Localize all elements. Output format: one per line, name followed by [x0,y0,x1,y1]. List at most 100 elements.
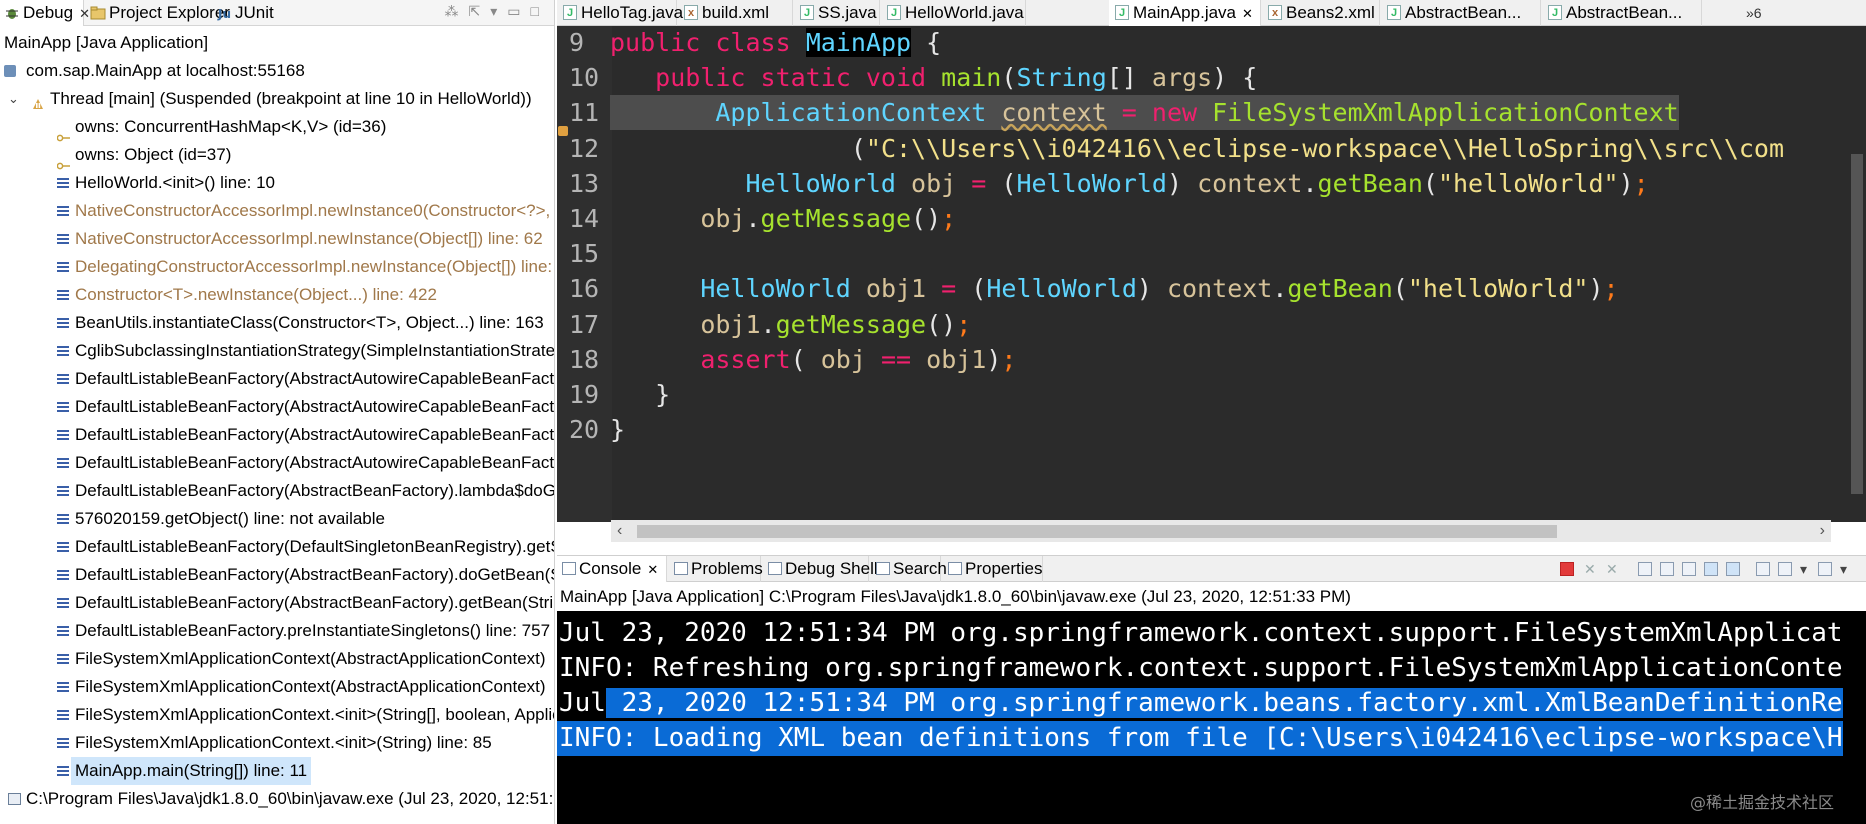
console-tab[interactable]: Properties [943,556,1043,582]
code-editor[interactable]: 9 public class MainApp {10 public static … [557,26,1866,522]
stack-frame-row[interactable]: DefaultListableBeanFactory.preInstantiat… [0,617,554,645]
console-line: INFO: Loading XML bean definitions from … [557,721,1843,756]
scrollbar-thumb[interactable] [1851,154,1863,494]
code-line[interactable]: 20} [557,412,1866,447]
editor-tab[interactable]: HelloWorld.java [881,0,1026,26]
display-console-icon[interactable] [1778,562,1792,576]
clear-console-icon[interactable] [1638,562,1652,576]
stack-frame-label: DefaultListableBeanFactory(AbstractBeanF… [75,481,555,500]
stack-frame-row[interactable]: FileSystemXmlApplicationContext(Abstract… [0,673,554,701]
remove-launch-icon[interactable]: ✕ [1584,562,1598,576]
stack-frame-row[interactable]: DefaultListableBeanFactory(DefaultSingle… [0,533,554,561]
stack-frame-icon [57,234,69,244]
process-row[interactable]: C:\Program Files\Java\jdk1.8.0_60\bin\ja… [0,785,554,813]
launch-row[interactable]: MainApp [Java Application] [0,29,554,57]
code-line[interactable]: 16 HelloWorld obj1 = (HelloWorld) contex… [557,271,1866,306]
stack-frame-icon [57,710,69,720]
folder-icon [90,3,106,20]
console-tab[interactable]: Console ✕ [557,556,667,582]
code-line[interactable]: 9 public class MainApp { [557,26,1866,60]
close-icon[interactable]: ✕ [1242,6,1253,21]
pin-console-icon[interactable] [1756,562,1770,576]
editor-tab[interactable]: HelloTag.java [557,0,683,26]
code-line[interactable]: 12 ("C:\\Users\\i042416\\eclipse-workspa… [557,131,1866,166]
code-line[interactable]: 19 } [557,377,1866,412]
editor-horizontal-scrollbar[interactable]: ‹ › [611,520,1831,542]
code-line[interactable]: 14 obj.getMessage(); [557,201,1866,236]
stack-frame-row[interactable]: 576020159.getObject() line: not availabl… [0,505,554,533]
stack-frame-row[interactable]: FileSystemXmlApplicationContext(Abstract… [0,645,554,673]
code-line[interactable]: 10 public static void main(String[] args… [557,60,1866,95]
show-on-output-icon[interactable] [1704,562,1718,576]
close-icon[interactable]: ✕ [647,562,658,577]
tab-junit[interactable]: Ju JUnit [212,0,274,26]
stack-frame-row[interactable]: DefaultListableBeanFactory(AbstractBeanF… [0,477,555,505]
open-console-icon[interactable] [1818,562,1832,576]
editor-tab[interactable]: AbstractBean... [1542,0,1702,26]
monitor-row[interactable]: owns: Object (id=37) [0,141,554,170]
minimize-icon[interactable]: ▭ [507,3,530,19]
maximize-icon[interactable]: □ [531,3,549,19]
scrollbar-thumb[interactable] [637,525,1557,538]
tab-debug[interactable]: Debug ✕ [0,0,90,26]
code-line[interactable]: 17 obj1.getMessage(); [557,307,1866,342]
editor-vertical-scrollbar[interactable] [1848,26,1866,522]
vm-row[interactable]: com.sap.MainApp at localhost:55168 [0,57,554,85]
editor-tab[interactable]: Beans2.xml [1262,0,1380,26]
stack-frame-row[interactable]: DefaultListableBeanFactory(AbstractAutow… [0,393,554,421]
tab-project-explorer[interactable]: Project Explorer [86,0,230,26]
code-text: HelloWorld obj1 = (HelloWorld) context.g… [700,274,1619,304]
editor-tab[interactable]: build.xml [678,0,793,26]
stack-frame-row[interactable]: BeanUtils.instantiateClass(Constructor<T… [0,309,554,337]
editor-tab[interactable]: MainApp.java ✕ [1109,0,1261,26]
code-line[interactable]: 15 [557,236,1866,271]
stack-frame-row[interactable]: Constructor<T>.newInstance(Object...) li… [0,281,554,309]
stack-frame-row[interactable]: NativeConstructorAccessorImpl.newInstanc… [0,197,554,225]
debug-view: Debug ✕ Project Explorer Ju JUnit ⁂⇱▾▭□ M… [0,0,555,824]
stack-frame-row[interactable]: HelloWorld.<init>() line: 10 [0,169,554,197]
view-menu-icon[interactable]: ▾ [490,3,507,19]
thread-row[interactable]: ⌄ Thread [main] (Suspended (breakpoint a… [0,85,554,113]
stack-frame-row[interactable]: DefaultListableBeanFactory(AbstractBeanF… [0,561,554,589]
remove-all-icon[interactable]: ✕ [1606,562,1620,576]
remove-terminated-icon[interactable]: ⁂ [445,3,469,19]
stack-frame-label: FileSystemXmlApplicationContext.<init>(S… [75,705,554,724]
editor-tab[interactable]: AbstractBean... [1381,0,1541,26]
stack-frame-row[interactable]: DefaultListableBeanFactory(AbstractAutow… [0,365,554,393]
chevron-down-icon[interactable]: ▾ [1840,562,1854,576]
console-title: MainApp [Java Application] C:\Program Fi… [557,583,1866,611]
editor-tab[interactable]: SS.java [794,0,880,26]
stack-frame-icon [57,458,69,468]
console-output-empty-area [557,778,1866,824]
word-wrap-icon[interactable] [1682,562,1696,576]
stack-frame-row[interactable]: DefaultListableBeanFactory(AbstractBeanF… [0,589,554,617]
console-tab[interactable]: Debug Shell [763,556,878,582]
code-line[interactable]: 11 ApplicationContext context = new File… [557,95,1866,131]
code-line[interactable]: 18 assert( obj == obj1); [557,342,1866,377]
chevron-down-icon[interactable]: ▾ [1800,562,1814,576]
stack-frame-row[interactable]: MainApp.main(String[]) line: 11 [0,757,554,785]
scroll-lock-icon[interactable] [1660,562,1674,576]
chevron-down-icon[interactable]: ⌄ [8,85,19,113]
console-tab[interactable]: Search [871,556,947,582]
show-on-error-icon[interactable] [1726,562,1740,576]
stack-frame-row[interactable]: DelegatingConstructorAccessorImpl.newIns… [0,253,554,281]
debug-tree: MainApp [Java Application] com.sap.MainA… [0,29,555,813]
line-number: 15 [569,239,600,269]
stack-frame-row[interactable]: CglibSubclassingInstantiationStrategy(Si… [0,337,554,365]
monitor-row[interactable]: owns: ConcurrentHashMap<K,V> (id=36) [0,113,554,142]
tabs-overflow-indicator[interactable]: »6 [1746,0,1762,26]
scroll-right-icon[interactable]: › [1820,520,1825,542]
stack-frame-row[interactable]: FileSystemXmlApplicationContext.<init>(S… [0,729,554,757]
scroll-left-icon[interactable]: ‹ [617,520,622,542]
stack-frame-row[interactable]: FileSystemXmlApplicationContext.<init>(S… [0,701,554,729]
stack-frame-row[interactable]: DefaultListableBeanFactory(AbstractAutow… [0,421,554,449]
code-line[interactable]: 13 HelloWorld obj = (HelloWorld) context… [557,166,1866,201]
console-selection: 23, 2020 12:51:34 PM org.springframework… [605,688,1843,718]
console-tab-label: Search [893,559,947,578]
stack-frame-row[interactable]: NativeConstructorAccessorImpl.newInstanc… [0,225,554,253]
terminate-icon[interactable] [1560,562,1574,576]
console-tab[interactable]: Problems [669,556,763,582]
collapse-all-icon[interactable]: ⇱ [469,3,491,19]
stack-frame-row[interactable]: DefaultListableBeanFactory(AbstractAutow… [0,449,554,477]
